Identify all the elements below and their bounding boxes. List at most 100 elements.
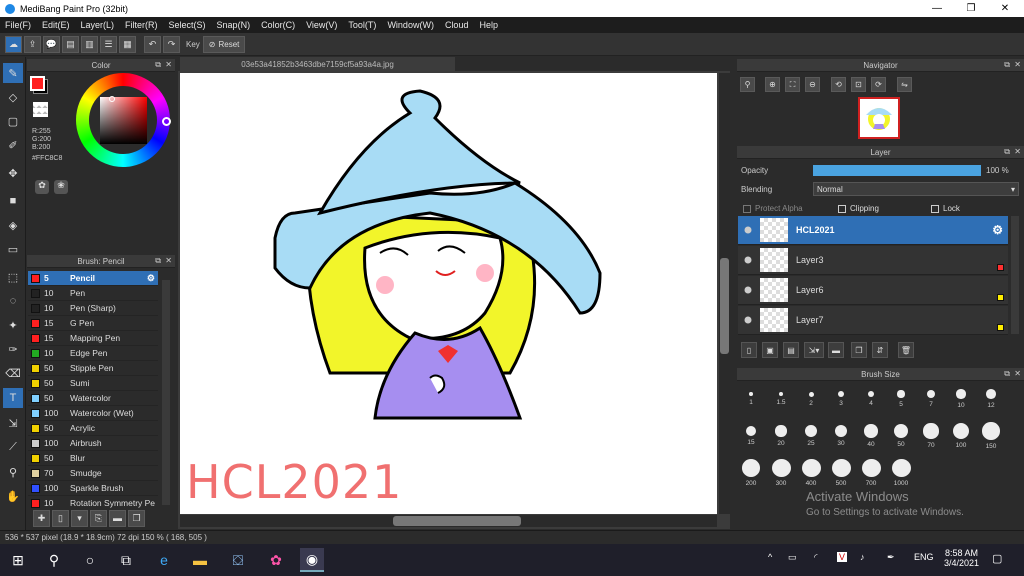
reset-view-icon[interactable]: ⊡ — [851, 77, 866, 92]
layer-row[interactable]: Layer3 — [738, 246, 1008, 275]
wifi-icon[interactable]: ◜ — [814, 552, 818, 563]
flip-icon[interactable]: ⇋ — [897, 77, 912, 92]
document-icon[interactable]: ▥ — [81, 35, 98, 53]
minimize-button[interactable]: — — [920, 0, 954, 17]
brush-item[interactable]: 10 Pen (Sharp) — [28, 301, 158, 316]
windows-start-icon[interactable]: ⊞ — [6, 548, 30, 572]
protect-alpha-option[interactable]: Protect Alpha — [743, 204, 803, 213]
brush-size-option[interactable]: 40 — [857, 422, 885, 450]
brush-size-option[interactable]: 300 — [767, 459, 795, 487]
brush-size-option[interactable]: 15 — [737, 422, 765, 450]
blending-select[interactable]: Normal ▾ — [813, 182, 1019, 196]
store-icon[interactable]: ⛋ — [226, 548, 250, 572]
brush-item[interactable]: 70 Smudge — [28, 466, 158, 481]
menu-color[interactable]: Color(C) — [261, 20, 295, 30]
brush-size-option[interactable]: 20 — [767, 422, 795, 450]
brush-size-option[interactable]: 25 — [797, 422, 825, 450]
menu-edit[interactable]: Edit(E) — [42, 20, 70, 30]
cortana-icon[interactable]: ○ — [78, 548, 102, 572]
redo-icon[interactable]: ↷ — [163, 35, 180, 53]
brush-options-icon[interactable]: ▾ — [71, 509, 88, 527]
maximize-button[interactable]: ❐ — [954, 0, 988, 17]
select-rect-tool-icon[interactable]: ⬚ — [3, 267, 23, 287]
eraser-tool-icon[interactable]: ◇ — [3, 87, 23, 107]
brush-tool-icon[interactable]: ✎ — [3, 63, 23, 83]
brush-item[interactable]: 50 Acrylic — [28, 421, 158, 436]
menu-layer[interactable]: Layer(L) — [81, 20, 115, 30]
eyedropper-tool-icon[interactable]: ⚲ — [3, 462, 23, 482]
brush-size-option[interactable]: 10 — [947, 385, 975, 413]
brush-size-option[interactable]: 7 — [917, 385, 945, 413]
brush-folder-icon[interactable]: ▬ — [109, 509, 126, 527]
brush-item[interactable]: 50 Stipple Pen — [28, 361, 158, 376]
duplicate-layer-icon[interactable]: ❐ — [851, 342, 867, 358]
popout-icon[interactable]: ⧉ — [1004, 60, 1010, 70]
notifications-icon[interactable]: ▢ — [992, 552, 1002, 565]
antivirus-icon[interactable]: V — [837, 552, 848, 562]
new-brush-icon[interactable]: ▯ — [52, 509, 69, 527]
brush-size-option[interactable]: 700 — [857, 459, 885, 487]
tray-clock[interactable]: 8:58 AM 3/4/2021 — [944, 548, 979, 568]
brush-size-option[interactable]: 2 — [797, 385, 825, 413]
layer-row[interactable]: Layer7 — [738, 306, 1008, 335]
brush-copy-icon[interactable]: ⎘ — [90, 509, 107, 527]
comment-icon[interactable]: 💬 — [43, 35, 60, 53]
new-layer-icon[interactable]: ▯ — [741, 342, 757, 358]
menu-view[interactable]: View(V) — [306, 20, 337, 30]
operation-tool-icon[interactable]: ⇲ — [3, 413, 23, 433]
rectangle-tool-icon[interactable]: ▢ — [3, 111, 23, 131]
popout-icon[interactable]: ⧉ — [155, 60, 161, 70]
clipping-option[interactable]: Clipping — [838, 204, 879, 213]
brush-size-option[interactable]: 1 — [737, 385, 765, 413]
brush-size-option[interactable]: 12 — [977, 385, 1005, 413]
close-icon[interactable]: ✕ — [165, 256, 172, 265]
brush-size-option[interactable]: 4 — [857, 385, 885, 413]
brush-size-option[interactable]: 1.5 — [767, 385, 795, 413]
close-button[interactable]: ✕ — [988, 0, 1022, 17]
protect-alpha-checkbox[interactable] — [743, 204, 751, 213]
lock-option[interactable]: Lock — [931, 204, 960, 213]
zoom-icon[interactable]: ⚲ — [740, 77, 755, 92]
vertical-scroll-thumb[interactable] — [720, 258, 729, 354]
brush-duplicate-icon[interactable]: ❐ — [128, 509, 145, 527]
close-icon[interactable]: ✕ — [1014, 60, 1021, 69]
transparent-swatch[interactable] — [33, 102, 48, 117]
menu-window[interactable]: Window(W) — [387, 20, 434, 30]
pen-tool-icon[interactable]: ✐ — [3, 135, 23, 155]
palette-icon[interactable]: ✿ — [35, 180, 49, 194]
opacity-slider[interactable] — [813, 165, 981, 176]
menu-select[interactable]: Select(S) — [169, 20, 206, 30]
volume-icon[interactable]: ♪ — [860, 552, 865, 562]
visibility-eye-icon[interactable] — [744, 316, 752, 324]
hand-tool-icon[interactable]: ✋ — [3, 486, 23, 506]
undo-icon[interactable]: ↶ — [144, 35, 161, 53]
layer-list-scrollbar[interactable] — [1011, 216, 1019, 334]
reset-button[interactable]: ⊘ Reset — [202, 35, 246, 53]
menu-filter[interactable]: Filter(R) — [125, 20, 158, 30]
menu-help[interactable]: Help — [479, 20, 498, 30]
cloud-icon[interactable]: ☁ — [5, 35, 22, 53]
edge-browser-icon[interactable]: e — [152, 548, 176, 572]
search-icon[interactable]: ⚲ — [42, 548, 66, 572]
add-layer-menu-icon[interactable]: ⇲▾ — [804, 342, 824, 358]
move-tool-icon[interactable]: ✥ — [3, 163, 23, 183]
task-view-icon[interactable]: ⧉ — [114, 548, 138, 572]
brush-item[interactable]: 10 Pen — [28, 286, 158, 301]
battery-icon[interactable]: ▭ — [788, 552, 797, 563]
lock-checkbox[interactable] — [931, 204, 939, 213]
layer-folder-icon[interactable]: ▬ — [828, 342, 844, 358]
close-icon[interactable]: ✕ — [1014, 147, 1021, 156]
brush-size-option[interactable]: 150 — [977, 422, 1005, 450]
input-language[interactable]: ENG — [914, 552, 934, 562]
zoom-in-icon[interactable]: ⊕ — [765, 77, 780, 92]
document-tab[interactable]: 03e53a41852b3463dbe7159cf5a93a4a.jpg — [180, 57, 455, 71]
brush-size-option[interactable]: 70 — [917, 422, 945, 450]
brush-settings-icon[interactable]: ⚙ — [147, 273, 155, 284]
merge-layer-icon[interactable]: ⇵ — [872, 342, 888, 358]
share-icon[interactable]: ⇪ — [24, 35, 41, 53]
navigator-thumbnail[interactable] — [858, 97, 900, 139]
delete-layer-icon[interactable]: 🗑 — [898, 342, 914, 358]
color-set-icon[interactable]: ❀ — [54, 180, 68, 194]
brush-list-scrollbar[interactable] — [162, 280, 170, 505]
file-explorer-icon[interactable]: ▬ — [188, 548, 212, 572]
